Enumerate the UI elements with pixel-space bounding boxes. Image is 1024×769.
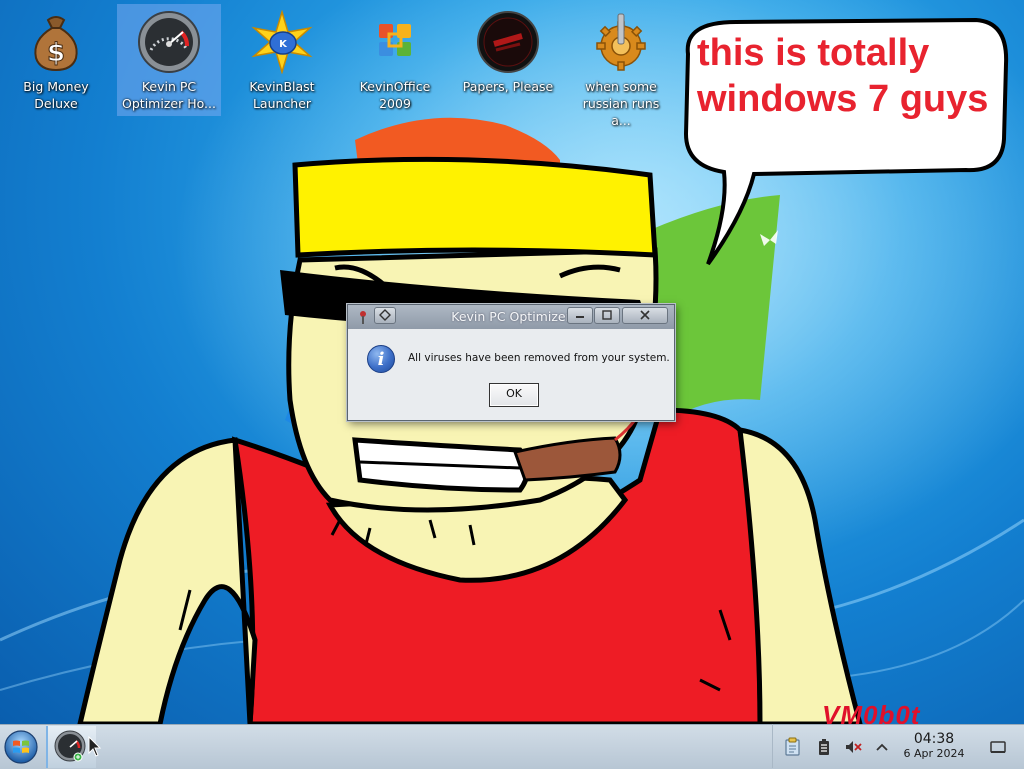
battery-icon[interactable] [814,737,834,757]
show-desktop-icon[interactable] [988,737,1008,757]
minimize-icon [576,316,584,318]
maximize-icon [602,310,612,320]
close-icon [640,310,650,320]
desktop-icon-label: KevinOffice 2009 [359,79,431,111]
dialog-titlebar[interactable]: Kevin PC Optimizer [348,305,674,329]
papers-please-icon [477,11,539,73]
watermark-text: VM0b0t [822,700,921,724]
svg-text:K: K [279,39,288,50]
mouse-cursor-icon [88,736,102,757]
desktop[interactable]: $ Big Money Deluxe Kevin PC Optimizer Ho… [0,0,1024,724]
desktop-icon-russian-runs[interactable]: when some russian runs a... [569,4,673,128]
desktop-icon-label: Big Money Deluxe [23,79,89,111]
clock-time[interactable]: 04:38 [888,731,980,747]
desktop-icon-kevinblast-launcher[interactable]: K KevinBlast Launcher [230,4,334,116]
desktop-icon-big-money-deluxe[interactable]: $ Big Money Deluxe [4,4,108,116]
taskbar [0,724,1024,769]
ok-button[interactable]: OK [489,383,539,407]
speech-bubble-text: this is totally windows 7 guys [697,32,989,120]
volume-muted-icon[interactable] [843,737,863,757]
desktop-icon-label: Kevin PC Optimizer Ho... [122,79,216,111]
desktop-icon-label: KevinBlast Launcher [249,79,315,111]
clock-date[interactable]: 6 Apr 2024 [888,747,980,760]
desktop-icon-kevinoffice-2009[interactable]: KevinOffice 2009 [343,4,447,116]
svg-text:$: $ [47,38,65,68]
maximize-button[interactable] [594,307,620,324]
tray-separator [772,724,773,768]
info-dialog: Kevin PC Optimizer i All viruses have be… [347,304,675,421]
clipboard-icon[interactable] [783,737,803,757]
desktop-icon-label: Papers, Please [462,79,554,94]
speedometer-icon [138,11,200,73]
desktop-icon-papers-please[interactable]: Papers, Please [456,4,560,116]
minimize-button[interactable] [567,307,593,324]
close-button[interactable] [622,307,668,324]
desktop-icon-label: when some russian runs a... [582,79,660,128]
desktop-icon-kevin-pc-optimizer[interactable]: Kevin PC Optimizer Ho... [117,4,221,116]
dialog-message: All viruses have been removed from your … [408,352,670,364]
dialog-body: i All viruses have been removed from you… [348,330,674,420]
office-logo-icon [379,24,411,56]
windows-start-icon[interactable] [3,729,39,765]
speedometer-icon [54,730,86,762]
gear-joystick-icon [596,13,646,71]
money-bag-icon: $ [34,16,78,72]
info-icon: i [367,345,395,373]
star-blast-icon: K [251,10,313,74]
